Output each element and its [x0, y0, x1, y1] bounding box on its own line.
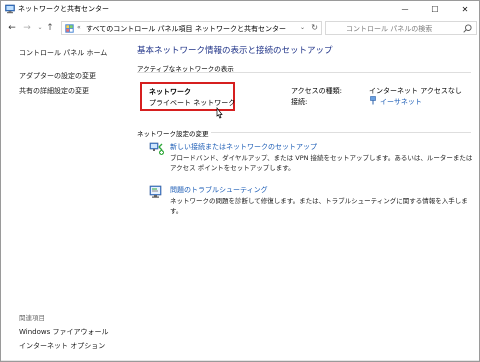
network-settings-divider: [211, 132, 471, 133]
sidebar-item-change-advanced-sharing[interactable]: 共有の詳細設定の変更: [19, 86, 89, 96]
maximize-icon: ☐: [431, 4, 439, 14]
close-button[interactable]: ✕: [454, 1, 476, 17]
network-sharing-center-window: ネットワークと共有センター — ☐ ✕ ← → ⌄ ↑ « すべてのコントロール…: [0, 0, 480, 362]
sidebar-item-control-panel-home[interactable]: コントロール パネル ホーム: [19, 48, 107, 58]
access-type-label: アクセスの種類:: [291, 87, 343, 95]
related-items-label: 関連項目: [19, 314, 45, 322]
network-name: ネットワーク: [149, 88, 191, 96]
address-dropdown-icon[interactable]: ⌄: [300, 24, 305, 31]
window-title: ネットワークと共有センター: [18, 5, 109, 13]
up-arrow-icon[interactable]: ↑: [44, 21, 56, 34]
sidebar-item-internet-options[interactable]: インターネット オプション: [19, 341, 105, 351]
ethernet-connection-link[interactable]: イーサネット: [380, 97, 422, 107]
minimize-icon: —: [401, 5, 409, 13]
back-arrow-icon[interactable]: ←: [6, 21, 18, 34]
minimize-button[interactable]: —: [394, 1, 416, 17]
address-bar[interactable]: « すべてのコントロール パネル項目 › ネットワークと共有センター ⌄ ↻: [61, 21, 322, 35]
sidebar-item-change-adapter-settings[interactable]: アダプターの設定の変更: [19, 71, 96, 81]
close-icon: ✕: [461, 4, 469, 14]
active-networks-divider: [137, 72, 471, 73]
sidebar: コントロール パネル ホーム アダプターの設定の変更 共有の詳細設定の変更 関連…: [1, 39, 129, 361]
sidebar-item-windows-firewall[interactable]: Windows ファイアウォール: [19, 327, 108, 337]
navigation-bar: ← → ⌄ ↑ « すべてのコントロール パネル項目 › ネットワークと共有セン…: [1, 18, 479, 38]
page-title: 基本ネットワーク情報の表示と接続のセットアップ: [137, 46, 333, 56]
setup-new-connection-link[interactable]: 新しい接続またはネットワークのセットアップ: [170, 142, 317, 152]
troubleshoot-problems-link[interactable]: 問題のトラブルシューティング: [170, 185, 268, 195]
refresh-icon[interactable]: ↻: [311, 23, 318, 32]
network-settings-label: ネットワーク設定の変更: [137, 130, 209, 138]
breadcrumb-network-sharing-center[interactable]: ネットワークと共有センター: [195, 24, 286, 34]
breadcrumb-separator-icon: ›: [186, 24, 189, 31]
troubleshoot-problems-description: ネットワークの問題を診断して修復します。または、トラブルシューティングに関する情…: [170, 197, 468, 215]
maximize-button[interactable]: ☐: [424, 1, 446, 17]
ethernet-icon: [370, 96, 376, 105]
control-panel-icon: [65, 24, 74, 33]
new-connection-icon: [149, 142, 164, 155]
breadcrumb-all-control-panel-items[interactable]: すべてのコントロール パネル項目: [86, 24, 192, 34]
window-bottom-border: [1, 360, 479, 361]
main-content: 基本ネットワーク情報の表示と接続のセットアップ アクティブなネットワークの表示 …: [129, 39, 479, 361]
search-icon[interactable]: [463, 24, 472, 33]
search-input[interactable]: コントロール パネルの検索: [346, 24, 432, 34]
title-bar: ネットワークと共有センター — ☐ ✕: [1, 1, 479, 17]
setup-new-connection-description: ブロードバンド、ダイヤルアップ、または VPN 接続をセットアップします。あるい…: [170, 154, 473, 172]
breadcrumb-overflow-icon[interactable]: «: [77, 24, 81, 31]
forward-arrow-icon[interactable]: →: [21, 21, 33, 34]
search-box[interactable]: コントロール パネルの検索: [325, 21, 477, 35]
access-type-value: インターネット アクセスなし: [369, 87, 462, 95]
mouse-cursor-icon: [216, 107, 223, 119]
connection-label: 接続:: [291, 98, 308, 106]
network-app-icon: [5, 4, 15, 14]
troubleshoot-icon: [149, 185, 162, 198]
